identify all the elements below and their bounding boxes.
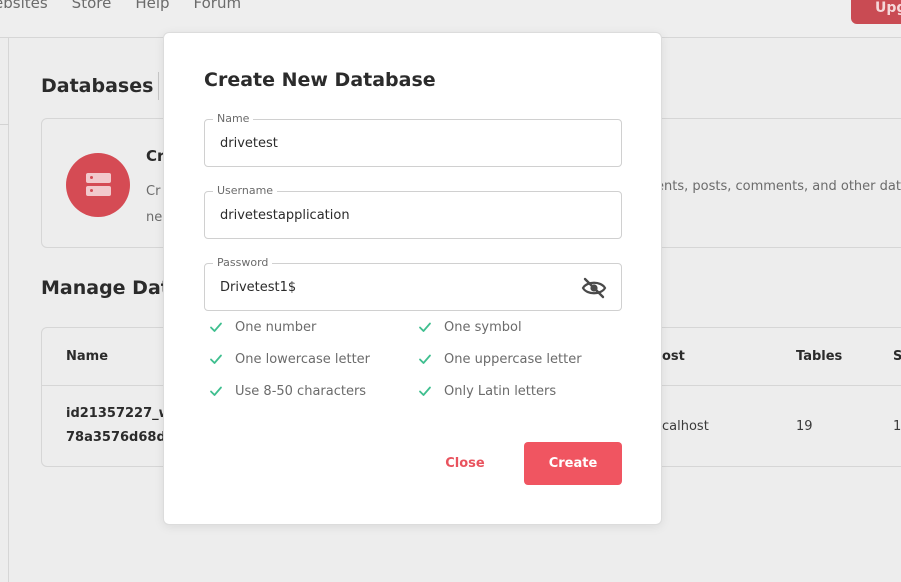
check-icon <box>210 354 222 364</box>
create-database-dialog: Create New Database Name drivetest Usern… <box>163 32 662 525</box>
check-icon <box>419 322 431 332</box>
name-field[interactable]: Name drivetest <box>204 112 622 167</box>
eye-off-icon[interactable] <box>581 277 607 299</box>
check-icon <box>210 386 222 396</box>
rule-item: One lowercase letter <box>208 351 370 367</box>
dialog-title: Create New Database <box>204 69 436 91</box>
rule-label: Use 8-50 characters <box>235 383 367 399</box>
create-button[interactable]: Create <box>524 442 622 485</box>
password-input[interactable]: Drivetest1$ <box>220 280 296 295</box>
rule-item: One uppercase letter <box>417 351 582 367</box>
password-field[interactable]: Password Drivetest1$ <box>204 256 622 311</box>
rule-label: One lowercase letter <box>235 351 371 367</box>
name-field-label: Name <box>213 112 254 126</box>
rule-label: One uppercase letter <box>444 351 582 367</box>
name-input[interactable]: drivetest <box>220 136 278 151</box>
username-field-label: Username <box>213 184 278 198</box>
rule-item: Use 8-50 characters <box>208 383 366 399</box>
rule-label: One symbol <box>444 319 522 335</box>
rule-label: One number <box>235 319 317 335</box>
close-button[interactable]: Close <box>426 443 504 485</box>
rule-item: One symbol <box>417 319 522 335</box>
rule-item: Only Latin letters <box>417 383 556 399</box>
username-input[interactable]: drivetestapplication <box>220 208 350 223</box>
password-field-label: Password <box>213 256 273 270</box>
rule-item: One number <box>208 319 316 335</box>
check-icon <box>419 386 431 396</box>
check-icon <box>419 354 431 364</box>
rule-label: Only Latin letters <box>444 383 557 399</box>
username-field[interactable]: Username drivetestapplication <box>204 184 622 239</box>
check-icon <box>210 322 222 332</box>
